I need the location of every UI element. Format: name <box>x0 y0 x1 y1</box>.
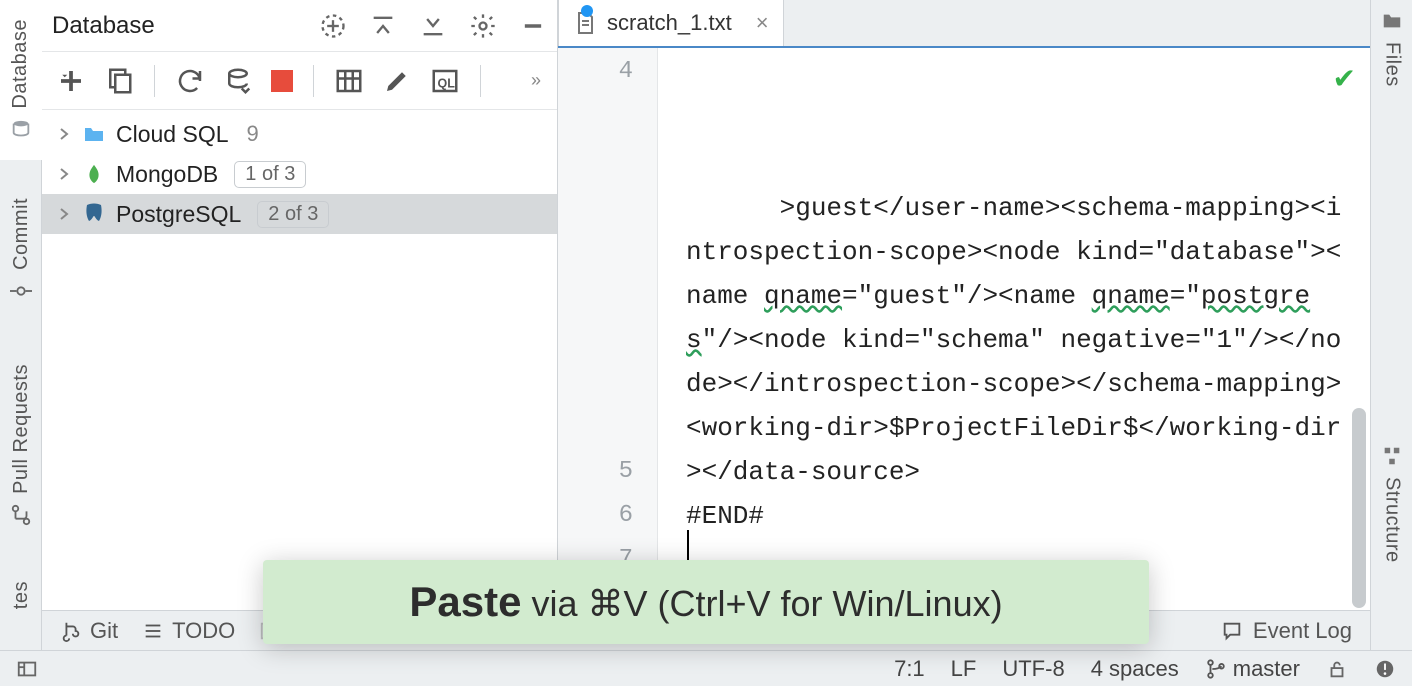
mongodb-icon <box>82 162 106 186</box>
tree-row-mongodb[interactable]: MongoDB 1 of 3 <box>42 154 557 194</box>
chevron-right-icon <box>56 126 72 142</box>
tool-todo[interactable]: TODO <box>142 618 235 644</box>
tree-label: Cloud SQL <box>116 121 229 148</box>
scrollbar-thumb[interactable] <box>1352 408 1366 608</box>
paste-hint-rest: via ⌘V (Ctrl+V for Win/Linux) <box>521 583 1002 624</box>
list-icon <box>142 620 164 642</box>
rail-tab-files[interactable]: Files <box>1371 10 1412 130</box>
folder-icon <box>82 122 106 146</box>
status-line-sep[interactable]: LF <box>951 656 977 682</box>
database-panel-header: Database <box>42 0 557 52</box>
tool-git[interactable]: Git <box>60 618 118 644</box>
status-encoding[interactable]: UTF-8 <box>1002 656 1064 682</box>
rail-tab-pull-requests[interactable]: Pull Requests <box>0 350 42 540</box>
git-branch-icon <box>60 620 82 642</box>
separator <box>480 65 481 97</box>
rail-tab-favorites[interactable]: tes <box>0 565 42 625</box>
right-tool-rail: Files Structure <box>1370 0 1412 686</box>
modified-dot-icon <box>581 5 593 17</box>
line-number: 5 <box>558 458 657 502</box>
rail-label-favorites: tes <box>10 581 33 609</box>
rail-tab-database[interactable]: Database <box>0 0 42 160</box>
table-icon[interactable] <box>334 66 364 96</box>
paste-hint-strong: Paste <box>409 578 521 625</box>
tree-count: 9 <box>247 121 259 147</box>
status-indent[interactable]: 4 spaces <box>1091 656 1179 682</box>
collapse-down-icon[interactable] <box>419 12 447 40</box>
paste-hint-overlay: Paste via ⌘V (Ctrl+V for Win/Linux) <box>263 560 1149 644</box>
ql-console-icon[interactable]: QL <box>430 66 460 96</box>
close-tab-icon[interactable]: × <box>756 10 769 36</box>
postgresql-icon <box>82 202 106 226</box>
tree-pill: 2 of 3 <box>257 201 329 228</box>
rail-tab-commit[interactable]: Commit <box>0 195 42 305</box>
sync-icon[interactable] <box>223 66 253 96</box>
editor-code[interactable]: >guest</user-name><schema-mapping><intro… <box>658 48 1370 610</box>
commit-icon <box>10 280 32 302</box>
chevron-right-icon <box>56 166 72 182</box>
collapse-up-icon[interactable] <box>369 12 397 40</box>
rail-label-structure: Structure <box>1381 477 1404 563</box>
edit-icon[interactable] <box>382 66 412 96</box>
editor-area: scratch_1.txt × 4 5 6 7 >guest</user-nam… <box>558 0 1370 610</box>
editor-tab-scratch-1[interactable]: scratch_1.txt × <box>558 0 784 46</box>
database-panel: Database QL » Cloud SQL 9 <box>42 0 558 610</box>
gear-icon[interactable] <box>469 12 497 40</box>
tree-row-cloud-sql[interactable]: Cloud SQL 9 <box>42 114 557 154</box>
new-icon[interactable] <box>56 66 86 96</box>
line-number: 4 <box>558 58 657 458</box>
folder-icon <box>1381 10 1403 32</box>
status-branch-name: master <box>1233 656 1300 682</box>
rail-label-files: Files <box>1381 42 1404 87</box>
status-branch[interactable]: master <box>1205 656 1300 682</box>
tool-event-log[interactable]: Event Log <box>1221 618 1352 644</box>
tool-label: TODO <box>172 618 235 644</box>
text-caret <box>687 530 689 564</box>
editor-body[interactable]: 4 5 6 7 >guest</user-name><schema-mappin… <box>558 48 1370 610</box>
structure-icon <box>1381 445 1403 467</box>
rail-label-database: Database <box>9 19 32 109</box>
notification-icon[interactable] <box>1374 658 1396 680</box>
svg-text:QL: QL <box>438 76 456 90</box>
pull-request-icon <box>10 504 32 526</box>
datasource-tree: Cloud SQL 9 MongoDB 1 of 3 PostgreSQL 2 … <box>42 110 557 238</box>
code-line: #END# <box>686 501 764 531</box>
rail-tab-structure[interactable]: Structure <box>1371 445 1412 605</box>
chevron-right-icon <box>56 206 72 222</box>
minimize-icon[interactable] <box>519 12 547 40</box>
tree-label: PostgreSQL <box>116 201 241 228</box>
editor-gutter: 4 5 6 7 <box>558 48 658 610</box>
database-icon <box>10 119 32 141</box>
lock-icon[interactable] <box>1326 658 1348 680</box>
status-bar: 7:1 LF UTF-8 4 spaces master <box>0 650 1412 686</box>
tree-label: MongoDB <box>116 161 218 188</box>
chat-icon <box>1221 620 1243 642</box>
left-tool-rail: Database Commit Pull Requests tes <box>0 0 42 686</box>
refresh-icon[interactable] <box>175 66 205 96</box>
separator <box>313 65 314 97</box>
tool-label: Git <box>90 618 118 644</box>
add-datasource-icon[interactable] <box>319 12 347 40</box>
window-icon[interactable] <box>16 658 38 680</box>
editor-tabbar: scratch_1.txt × <box>558 0 1370 48</box>
status-caret-pos[interactable]: 7:1 <box>894 656 925 682</box>
duplicate-icon[interactable] <box>104 66 134 96</box>
rail-label-pull-requests: Pull Requests <box>10 364 33 494</box>
line-number: 6 <box>558 502 657 546</box>
database-panel-title: Database <box>52 12 155 40</box>
separator <box>154 65 155 97</box>
tool-label: Event Log <box>1253 618 1352 644</box>
tree-pill: 1 of 3 <box>234 161 306 188</box>
editor-tab-name: scratch_1.txt <box>607 10 732 36</box>
branch-icon <box>1205 658 1227 680</box>
tree-row-postgresql[interactable]: PostgreSQL 2 of 3 <box>42 194 557 234</box>
stop-icon[interactable] <box>271 70 293 92</box>
database-toolbar: QL » <box>42 52 557 110</box>
rail-label-commit: Commit <box>10 198 33 270</box>
inspection-ok-icon[interactable]: ✔ <box>1333 62 1356 95</box>
more-icon[interactable]: » <box>531 70 543 91</box>
code-line: >guest</user-name><schema-mapping><intro… <box>686 193 1341 487</box>
